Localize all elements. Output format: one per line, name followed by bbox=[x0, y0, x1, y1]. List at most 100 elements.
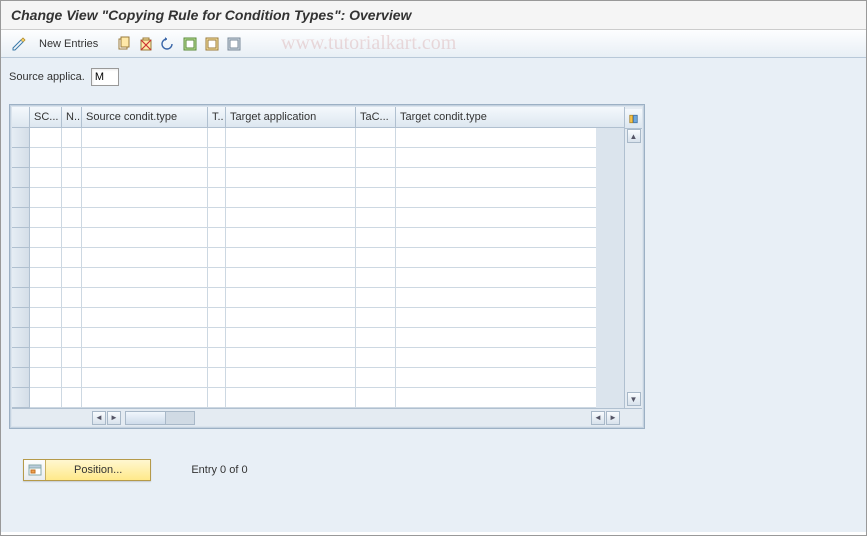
table-cell[interactable] bbox=[396, 288, 596, 308]
scroll-right-end-icon[interactable]: ► bbox=[606, 411, 620, 425]
table-cell[interactable] bbox=[356, 268, 396, 288]
table-row[interactable] bbox=[12, 308, 624, 328]
table-cell[interactable] bbox=[30, 388, 62, 408]
table-cell[interactable] bbox=[208, 188, 226, 208]
table-cell[interactable] bbox=[226, 288, 356, 308]
table-cell[interactable] bbox=[30, 288, 62, 308]
table-cell[interactable] bbox=[356, 188, 396, 208]
table-cell[interactable] bbox=[396, 348, 596, 368]
table-cell[interactable] bbox=[62, 188, 82, 208]
row-selector[interactable] bbox=[12, 328, 30, 348]
table-cell[interactable] bbox=[30, 308, 62, 328]
copy-icon[interactable] bbox=[114, 34, 134, 54]
table-row[interactable] bbox=[12, 228, 624, 248]
table-cell[interactable] bbox=[82, 288, 208, 308]
table-cell[interactable] bbox=[356, 388, 396, 408]
table-cell[interactable] bbox=[396, 368, 596, 388]
scroll-left-icon[interactable]: ◄ bbox=[92, 411, 106, 425]
table-cell[interactable] bbox=[226, 348, 356, 368]
table-cell[interactable] bbox=[30, 148, 62, 168]
table-cell[interactable] bbox=[396, 168, 596, 188]
table-cell[interactable] bbox=[396, 148, 596, 168]
table-cell[interactable] bbox=[356, 128, 396, 148]
table-cell[interactable] bbox=[396, 208, 596, 228]
table-cell[interactable] bbox=[82, 228, 208, 248]
table-cell[interactable] bbox=[208, 128, 226, 148]
table-cell[interactable] bbox=[62, 268, 82, 288]
scroll-right-icon[interactable]: ► bbox=[107, 411, 121, 425]
scroll-up-icon[interactable]: ▲ bbox=[627, 129, 641, 143]
table-cell[interactable] bbox=[226, 268, 356, 288]
table-cell[interactable] bbox=[62, 208, 82, 228]
table-cell[interactable] bbox=[208, 228, 226, 248]
table-cell[interactable] bbox=[396, 188, 596, 208]
table-cell[interactable] bbox=[62, 368, 82, 388]
select-block-icon[interactable] bbox=[202, 34, 222, 54]
hscroll-track[interactable] bbox=[125, 411, 195, 425]
table-cell[interactable] bbox=[208, 348, 226, 368]
table-cell[interactable] bbox=[62, 148, 82, 168]
table-cell[interactable] bbox=[396, 388, 596, 408]
table-cell[interactable] bbox=[62, 308, 82, 328]
table-config-icon[interactable] bbox=[625, 109, 642, 129]
table-cell[interactable] bbox=[356, 228, 396, 248]
toggle-display-change-icon[interactable] bbox=[9, 34, 29, 54]
row-selector[interactable] bbox=[12, 148, 30, 168]
table-cell[interactable] bbox=[62, 128, 82, 148]
table-cell[interactable] bbox=[226, 328, 356, 348]
table-cell[interactable] bbox=[396, 268, 596, 288]
row-selector[interactable] bbox=[12, 228, 30, 248]
table-cell[interactable] bbox=[30, 248, 62, 268]
scroll-left-end-icon[interactable]: ◄ bbox=[591, 411, 605, 425]
row-selector[interactable] bbox=[12, 168, 30, 188]
scroll-down-icon[interactable]: ▼ bbox=[627, 392, 641, 406]
table-cell[interactable] bbox=[30, 188, 62, 208]
table-cell[interactable] bbox=[226, 128, 356, 148]
table-cell[interactable] bbox=[356, 368, 396, 388]
source-applica-input[interactable] bbox=[91, 68, 119, 86]
new-entries-button[interactable]: New Entries bbox=[31, 36, 106, 52]
row-selector[interactable] bbox=[12, 268, 30, 288]
table-cell[interactable] bbox=[208, 288, 226, 308]
row-selector[interactable] bbox=[12, 308, 30, 328]
table-cell[interactable] bbox=[30, 168, 62, 188]
table-cell[interactable] bbox=[396, 128, 596, 148]
row-selector[interactable] bbox=[12, 208, 30, 228]
table-cell[interactable] bbox=[208, 368, 226, 388]
table-cell[interactable] bbox=[30, 368, 62, 388]
table-cell[interactable] bbox=[356, 348, 396, 368]
table-row[interactable] bbox=[12, 208, 624, 228]
table-cell[interactable] bbox=[82, 268, 208, 288]
col-header-n[interactable]: N.. bbox=[62, 107, 82, 127]
table-cell[interactable] bbox=[82, 168, 208, 188]
table-cell[interactable] bbox=[82, 248, 208, 268]
table-cell[interactable] bbox=[30, 348, 62, 368]
select-all-icon[interactable] bbox=[180, 34, 200, 54]
table-cell[interactable] bbox=[396, 328, 596, 348]
col-header-t[interactable]: T.. bbox=[208, 107, 226, 127]
table-row[interactable] bbox=[12, 128, 624, 148]
table-row[interactable] bbox=[12, 148, 624, 168]
table-row[interactable] bbox=[12, 248, 624, 268]
row-selector[interactable] bbox=[12, 348, 30, 368]
table-cell[interactable] bbox=[226, 208, 356, 228]
table-cell[interactable] bbox=[356, 168, 396, 188]
table-cell[interactable] bbox=[226, 188, 356, 208]
col-header-tac[interactable]: TaC... bbox=[356, 107, 396, 127]
table-row[interactable] bbox=[12, 168, 624, 188]
table-cell[interactable] bbox=[208, 308, 226, 328]
row-selector[interactable] bbox=[12, 188, 30, 208]
table-cell[interactable] bbox=[30, 228, 62, 248]
table-cell[interactable] bbox=[226, 248, 356, 268]
table-cell[interactable] bbox=[82, 128, 208, 148]
table-cell[interactable] bbox=[356, 288, 396, 308]
col-header-sc[interactable]: SC... bbox=[30, 107, 62, 127]
table-cell[interactable] bbox=[30, 208, 62, 228]
hscroll-thumb[interactable] bbox=[126, 412, 166, 424]
table-row[interactable] bbox=[12, 188, 624, 208]
table-cell[interactable] bbox=[396, 308, 596, 328]
row-selector[interactable] bbox=[12, 248, 30, 268]
table-row[interactable] bbox=[12, 368, 624, 388]
table-row[interactable] bbox=[12, 348, 624, 368]
table-cell[interactable] bbox=[208, 208, 226, 228]
